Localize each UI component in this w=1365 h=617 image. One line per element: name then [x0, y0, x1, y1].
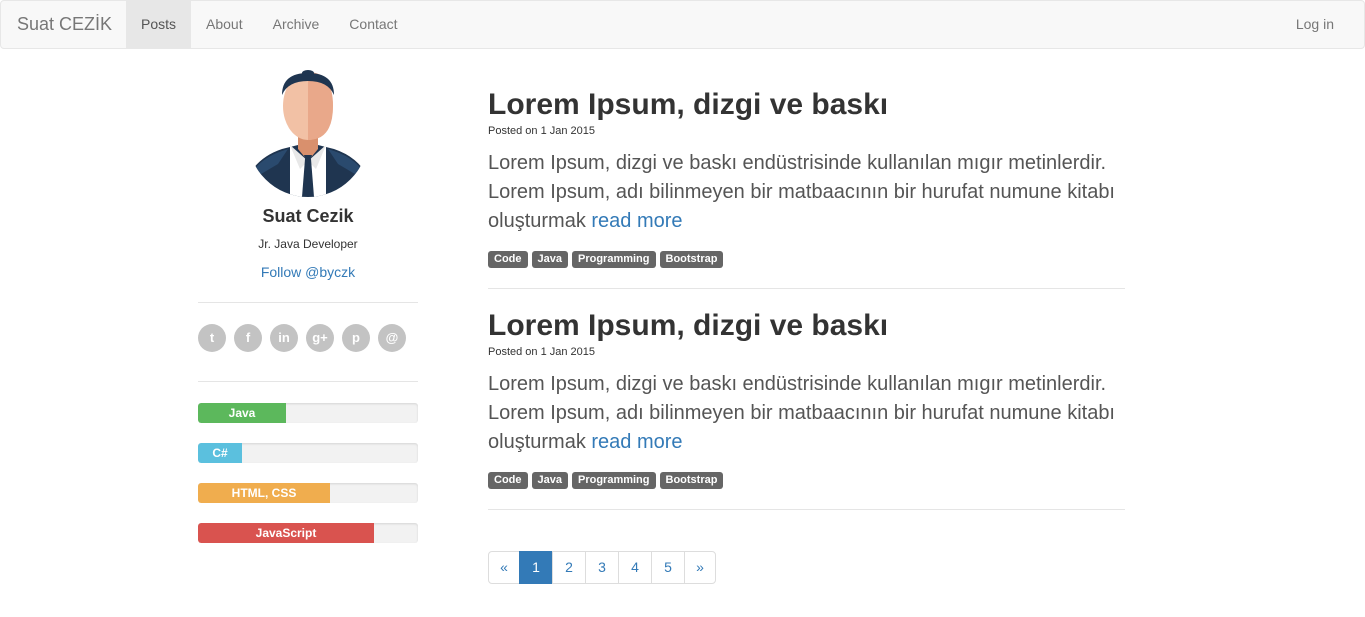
page-button-5[interactable]: 5 [651, 551, 685, 584]
tag[interactable]: Programming [571, 251, 656, 268]
skill-bar-javascript: JavaScript [198, 523, 418, 543]
twitter-icon[interactable]: t [198, 324, 226, 352]
page-button-1[interactable]: 1 [519, 551, 553, 584]
page-button-4[interactable]: 4 [618, 551, 652, 584]
navbar: Suat CEZİK Posts About Archive Contact L… [0, 0, 1365, 49]
post-date: Posted on 1 Jan 2015 [488, 125, 596, 137]
nav-item-contact[interactable]: Contact [334, 1, 412, 48]
pagination: « 1 2 3 4 5 » [488, 551, 716, 584]
facebook-icon[interactable]: f [234, 324, 262, 352]
avatar [248, 70, 368, 197]
nav-item-about[interactable]: About [191, 1, 258, 48]
social-links: t f in g+ p @ [198, 324, 418, 352]
pinterest-icon[interactable]: p [342, 324, 370, 352]
nav-item-archive[interactable]: Archive [258, 1, 335, 48]
page-prev-button[interactable]: « [488, 551, 520, 584]
login-link[interactable]: Log in [1281, 1, 1349, 48]
tag[interactable]: Code [488, 472, 528, 489]
follow-link[interactable]: Follow @byczk [198, 264, 418, 280]
profile-name: Suat Cezik [262, 206, 354, 226]
read-more-link[interactable]: read more [591, 210, 682, 232]
linkedin-icon[interactable]: in [270, 324, 298, 352]
page-button-3[interactable]: 3 [585, 551, 619, 584]
post-excerpt: Lorem Ipsum, dizgi ve baskı endüstrisind… [488, 370, 1125, 457]
divider [198, 381, 418, 382]
post-excerpt: Lorem Ipsum, dizgi ve baskı endüstrisind… [488, 149, 1125, 236]
divider [488, 288, 1125, 289]
tag[interactable]: Programming [571, 472, 656, 489]
read-more-link[interactable]: read more [591, 431, 682, 453]
nav-item-posts[interactable]: Posts [126, 1, 192, 48]
tag[interactable]: Java [531, 251, 568, 268]
nav-menu: Posts About Archive Contact [126, 1, 413, 48]
tag[interactable]: Bootstrap [659, 472, 724, 489]
page-next-button[interactable]: » [684, 551, 716, 584]
skill-bar-html-css: HTML, CSS [198, 483, 418, 503]
post-date: Posted on 1 Jan 2015 [488, 346, 596, 358]
skill-label: C# [212, 446, 228, 460]
skill-bar-java: Java [198, 403, 418, 423]
skill-label: JavaScript [255, 526, 317, 540]
tag[interactable]: Code [488, 251, 528, 268]
tag-list: Code Java Programming Bootstrap [488, 251, 727, 268]
skill-label: Java [228, 406, 256, 420]
post-excerpt-text: Lorem Ipsum, dizgi ve baskı endüstrisind… [488, 152, 1115, 232]
post-excerpt-text: Lorem Ipsum, dizgi ve baskı endüstrisind… [488, 373, 1115, 453]
tag[interactable]: Java [531, 472, 568, 489]
googleplus-icon[interactable]: g+ [306, 324, 334, 352]
email-icon[interactable]: @ [378, 324, 406, 352]
tag[interactable]: Bootstrap [659, 251, 724, 268]
divider [488, 509, 1125, 510]
profile-role: Jr. Java Developer [258, 237, 358, 251]
post-title[interactable]: Lorem Ipsum, dizgi ve baskı [488, 309, 888, 343]
brand-link[interactable]: Suat CEZİK [17, 14, 112, 35]
skill-bar-csharp: C# [198, 443, 418, 463]
divider [198, 302, 418, 303]
post-title[interactable]: Lorem Ipsum, dizgi ve baskı [488, 88, 888, 122]
tag-list: Code Java Programming Bootstrap [488, 472, 727, 489]
skill-label: HTML, CSS [231, 486, 297, 500]
page-button-2[interactable]: 2 [552, 551, 586, 584]
